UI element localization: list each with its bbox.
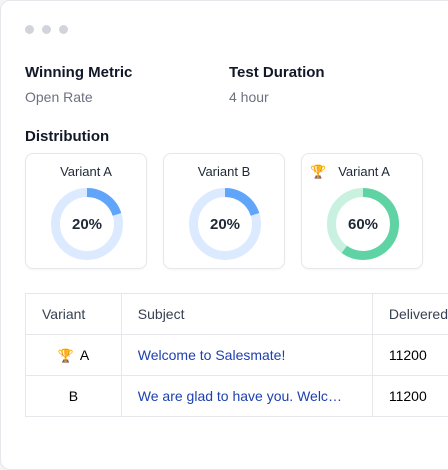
subject-cell: Welcome to Salesmate! bbox=[121, 335, 372, 376]
variant-card-name: Variant A bbox=[338, 164, 390, 179]
ring-percent-label: 20% bbox=[188, 187, 262, 261]
variant-card-winner: 🏆 Variant A 60% bbox=[301, 153, 423, 269]
trophy-icon: 🏆 bbox=[310, 165, 326, 178]
ring-percent-label: 20% bbox=[50, 187, 124, 261]
winning-metric-label: Winning Metric bbox=[25, 64, 132, 81]
test-duration-value: 4 hour bbox=[229, 89, 269, 105]
variant-cell: 🏆 A bbox=[26, 335, 122, 376]
variant-card-name: Variant A bbox=[60, 164, 112, 179]
window-controls bbox=[25, 25, 68, 34]
ab-test-window: Winning Metric Open Rate Test Duration 4… bbox=[0, 0, 448, 470]
column-header-subject: Subject bbox=[121, 294, 372, 335]
window-dot bbox=[59, 25, 68, 34]
variants-table: Variant Subject Delivered 🏆 A Welcome to… bbox=[25, 293, 448, 417]
column-header-variant: Variant bbox=[26, 294, 122, 335]
table-header-row: Variant Subject Delivered bbox=[26, 294, 448, 335]
distribution-ring: 60% bbox=[326, 187, 400, 261]
table-row[interactable]: B We are glad to have you. Welcome to Sa… bbox=[26, 376, 448, 417]
variant-card-name: Variant B bbox=[198, 164, 251, 179]
variant-card-header: Variant B bbox=[164, 164, 284, 179]
variant-cell: B bbox=[26, 376, 122, 417]
distribution-ring: 20% bbox=[50, 187, 124, 261]
delivered-cell: 11200 bbox=[372, 376, 448, 417]
test-duration-label: Test Duration bbox=[229, 64, 325, 81]
subject-cell: We are glad to have you. Welcome to Sale… bbox=[121, 376, 372, 417]
ring-percent-label: 60% bbox=[326, 187, 400, 261]
variant-name: B bbox=[69, 388, 78, 404]
table-row[interactable]: 🏆 A Welcome to Salesmate! 11200 bbox=[26, 335, 448, 376]
variant-card: Variant A 20% bbox=[25, 153, 147, 269]
window-dot bbox=[25, 25, 34, 34]
distribution-title: Distribution bbox=[25, 128, 109, 145]
subject-link[interactable]: Welcome to Salesmate! bbox=[138, 347, 344, 363]
variant-card: Variant B 20% bbox=[163, 153, 285, 269]
variant-card-header: 🏆 Variant A bbox=[302, 164, 422, 179]
window-dot bbox=[42, 25, 51, 34]
distribution-ring: 20% bbox=[188, 187, 262, 261]
subject-link[interactable]: We are glad to have you. Welcome to Sale… bbox=[138, 388, 344, 404]
trophy-icon: 🏆 bbox=[58, 349, 74, 362]
column-header-delivered: Delivered bbox=[372, 294, 448, 335]
winning-metric-value: Open Rate bbox=[25, 89, 93, 105]
variant-card-header: Variant A bbox=[26, 164, 146, 179]
variant-name: A bbox=[80, 347, 89, 363]
delivered-cell: 11200 bbox=[372, 335, 448, 376]
